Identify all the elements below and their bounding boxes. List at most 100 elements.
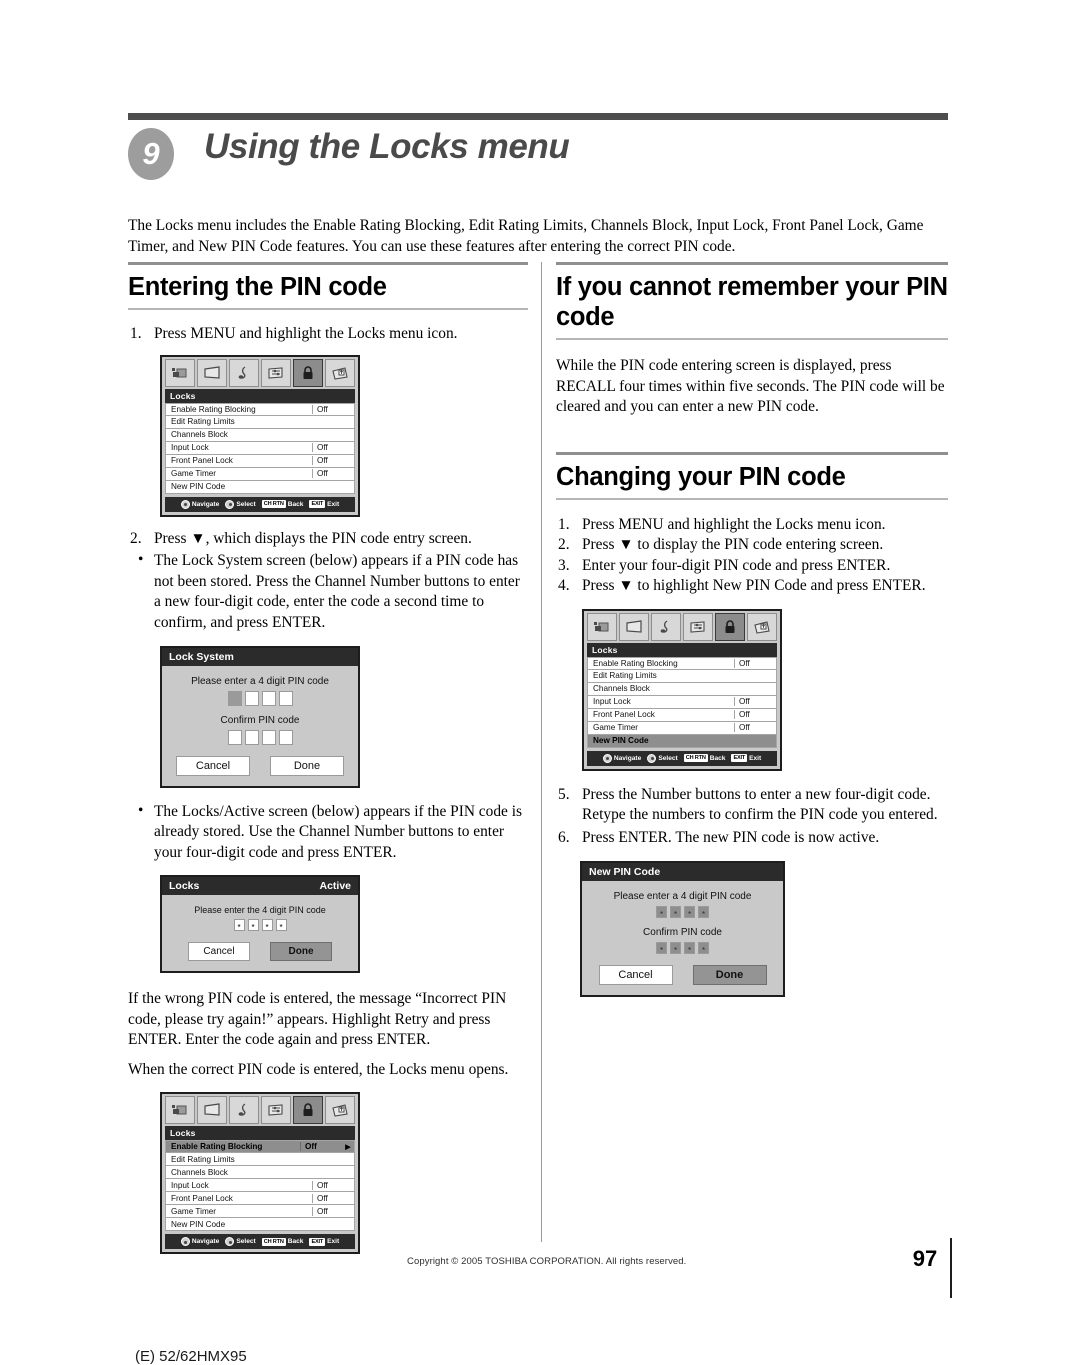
osd-locks-menu-2[interactable]: Locks Enable Rating Blocking Off ▶ Edit … bbox=[160, 1092, 360, 1255]
audio-icon[interactable] bbox=[229, 1096, 259, 1125]
settings-icon[interactable] bbox=[261, 1096, 291, 1125]
pin-digit-box[interactable]: * bbox=[670, 905, 681, 919]
osd-row-channels-block[interactable]: Channels Block bbox=[587, 682, 777, 696]
osd-row-list[interactable]: Enable Rating Blocking Off Edit Rating L… bbox=[165, 402, 355, 494]
osd-row-front-panel-lock[interactable]: Front Panel Lock Off bbox=[587, 708, 777, 722]
osd-row-new-pin-code[interactable]: New PIN Code bbox=[165, 1218, 355, 1232]
dpad-icon bbox=[602, 753, 612, 763]
model-code: (E) 52/62HMX95 bbox=[135, 1348, 247, 1365]
pin-confirm-boxes[interactable] bbox=[162, 729, 358, 745]
audio-icon[interactable] bbox=[651, 612, 681, 641]
chapter-header: 9 Using the Locks menu bbox=[128, 127, 948, 180]
osd-row-enable-rating-blocking[interactable]: Enable Rating Blocking Off bbox=[165, 402, 355, 416]
osd-row-new-pin-code[interactable]: New PIN Code bbox=[165, 480, 355, 494]
osd-row-enable-rating-blocking[interactable]: Enable Rating Blocking Off ▶ bbox=[165, 1140, 355, 1154]
locks-icon[interactable] bbox=[293, 358, 323, 387]
picture-icon[interactable] bbox=[587, 612, 617, 641]
pin-digit-box[interactable]: * bbox=[233, 919, 245, 932]
pin-digit-box[interactable]: * bbox=[684, 905, 695, 919]
osd-row-edit-rating-limits[interactable]: Edit Rating Limits bbox=[165, 415, 355, 429]
pin-digit-box[interactable]: * bbox=[261, 919, 273, 932]
osd-locks-menu-3[interactable]: Locks Enable Rating Blocking Off Edit Ra… bbox=[582, 608, 782, 771]
column-divider bbox=[541, 262, 542, 1242]
dialog-new-pin-code[interactable]: New PIN Code Please enter a 4 digit PIN … bbox=[580, 860, 785, 997]
select-label: Select bbox=[236, 1238, 256, 1246]
pin-digit-box[interactable] bbox=[244, 729, 259, 745]
settings-icon[interactable] bbox=[261, 358, 291, 387]
locks-icon[interactable] bbox=[293, 1096, 323, 1125]
audio-icon[interactable] bbox=[229, 358, 259, 387]
setup-icon[interactable] bbox=[325, 358, 355, 387]
screen-icon[interactable] bbox=[619, 612, 649, 641]
osd-icon-bar[interactable] bbox=[162, 357, 358, 387]
osd-row-edit-rating-limits[interactable]: Edit Rating Limits bbox=[165, 1153, 355, 1167]
osd-icon-bar[interactable] bbox=[162, 1094, 358, 1125]
done-button[interactable]: Done bbox=[270, 755, 344, 776]
osd-locks-menu-1[interactable]: Locks Enable Rating Blocking Off Edit Ra… bbox=[160, 354, 360, 517]
setup-icon[interactable] bbox=[747, 612, 777, 641]
screen-icon[interactable] bbox=[197, 1096, 227, 1125]
step-number: 2. bbox=[130, 529, 142, 547]
osd-row-list[interactable]: Enable Rating Blocking Off Edit Rating L… bbox=[587, 656, 777, 748]
ch-rtn-key-icon: CH RTN bbox=[261, 500, 286, 509]
pin-digit-box[interactable]: * bbox=[670, 941, 681, 955]
osd-row-input-lock[interactable]: Input Lock Off bbox=[165, 441, 355, 455]
pin-digit-box[interactable] bbox=[261, 690, 276, 706]
osd-row-channels-block[interactable]: Channels Block bbox=[165, 428, 355, 442]
step-text: Press MENU and highlight the Locks menu … bbox=[154, 325, 458, 342]
osd-row-input-lock[interactable]: Input Lock Off bbox=[587, 695, 777, 709]
osd-row-front-panel-lock[interactable]: Front Panel Lock Off bbox=[165, 454, 355, 468]
pin-entry-boxes[interactable] bbox=[162, 690, 358, 706]
pin-entry-boxes[interactable]: * * * * bbox=[162, 919, 358, 932]
dialog-body: Please enter a 4 digit PIN code * * * * … bbox=[582, 881, 783, 995]
pin-digit-box[interactable] bbox=[227, 690, 242, 706]
exit-key-icon: EXIT bbox=[309, 1237, 326, 1246]
pin-digit-box[interactable] bbox=[278, 690, 293, 706]
step-text: Press the Number buttons to enter a new … bbox=[582, 785, 938, 824]
pin-digit-box[interactable]: * bbox=[247, 919, 259, 932]
done-button[interactable]: Done bbox=[270, 942, 332, 962]
cancel-button[interactable]: Cancel bbox=[176, 755, 250, 776]
osd-row-front-panel-lock[interactable]: Front Panel Lock Off bbox=[165, 1192, 355, 1206]
picture-icon[interactable] bbox=[165, 1096, 195, 1125]
pin-digit-box[interactable] bbox=[227, 729, 242, 745]
back-label: Back bbox=[287, 500, 304, 508]
confirm-pin-label: Confirm PIN code bbox=[220, 714, 300, 726]
cancel-button[interactable]: Cancel bbox=[598, 964, 673, 985]
osd-row-list[interactable]: Enable Rating Blocking Off ▶ Edit Rating… bbox=[165, 1140, 355, 1232]
pin-digit-box[interactable]: * bbox=[656, 941, 667, 955]
osd-row-edit-rating-limits[interactable]: Edit Rating Limits bbox=[587, 669, 777, 683]
pin-digit-box[interactable] bbox=[244, 690, 259, 706]
step-number: 3. bbox=[558, 556, 570, 574]
pin-digit-box[interactable]: * bbox=[698, 905, 709, 919]
done-button[interactable]: Done bbox=[692, 964, 767, 985]
section-title-entering-pin: Entering the PIN code bbox=[128, 273, 387, 301]
osd-row-new-pin-code[interactable]: New PIN Code bbox=[587, 734, 777, 748]
pin-digit-box[interactable]: * bbox=[698, 941, 709, 955]
dialog-title-bar: Locks Active bbox=[162, 877, 358, 896]
osd-row-channels-block[interactable]: Channels Block bbox=[165, 1166, 355, 1180]
pin-digit-box[interactable] bbox=[278, 729, 293, 745]
picture-icon[interactable] bbox=[165, 358, 195, 387]
osd-row-input-lock[interactable]: Input Lock Off bbox=[165, 1179, 355, 1193]
osd-row-game-timer[interactable]: Game Timer Off bbox=[165, 467, 355, 481]
settings-icon[interactable] bbox=[683, 612, 713, 641]
pin-entry-boxes[interactable]: * * * * bbox=[582, 905, 783, 919]
osd-row-enable-rating-blocking[interactable]: Enable Rating Blocking Off bbox=[587, 656, 777, 670]
cancel-button[interactable]: Cancel bbox=[188, 942, 250, 962]
step-text: Enter your four-digit PIN code and press… bbox=[582, 556, 891, 574]
pin-confirm-boxes[interactable]: * * * * bbox=[582, 941, 783, 955]
dialog-lock-system[interactable]: Lock System Please enter a 4 digit PIN c… bbox=[160, 645, 360, 788]
setup-icon[interactable] bbox=[325, 1096, 355, 1125]
select-hint: Select bbox=[225, 499, 256, 509]
osd-icon-bar[interactable] bbox=[584, 611, 780, 641]
osd-row-game-timer[interactable]: Game Timer Off bbox=[587, 721, 777, 735]
pin-digit-box[interactable]: * bbox=[684, 941, 695, 955]
locks-icon[interactable] bbox=[715, 612, 745, 641]
screen-icon[interactable] bbox=[197, 358, 227, 387]
pin-digit-box[interactable] bbox=[261, 729, 276, 745]
dialog-locks-active[interactable]: Locks Active Please enter the 4 digit PI… bbox=[160, 875, 360, 974]
osd-row-game-timer[interactable]: Game Timer Off bbox=[165, 1205, 355, 1219]
pin-digit-box[interactable]: * bbox=[656, 905, 667, 919]
pin-digit-box[interactable]: * bbox=[275, 919, 287, 932]
